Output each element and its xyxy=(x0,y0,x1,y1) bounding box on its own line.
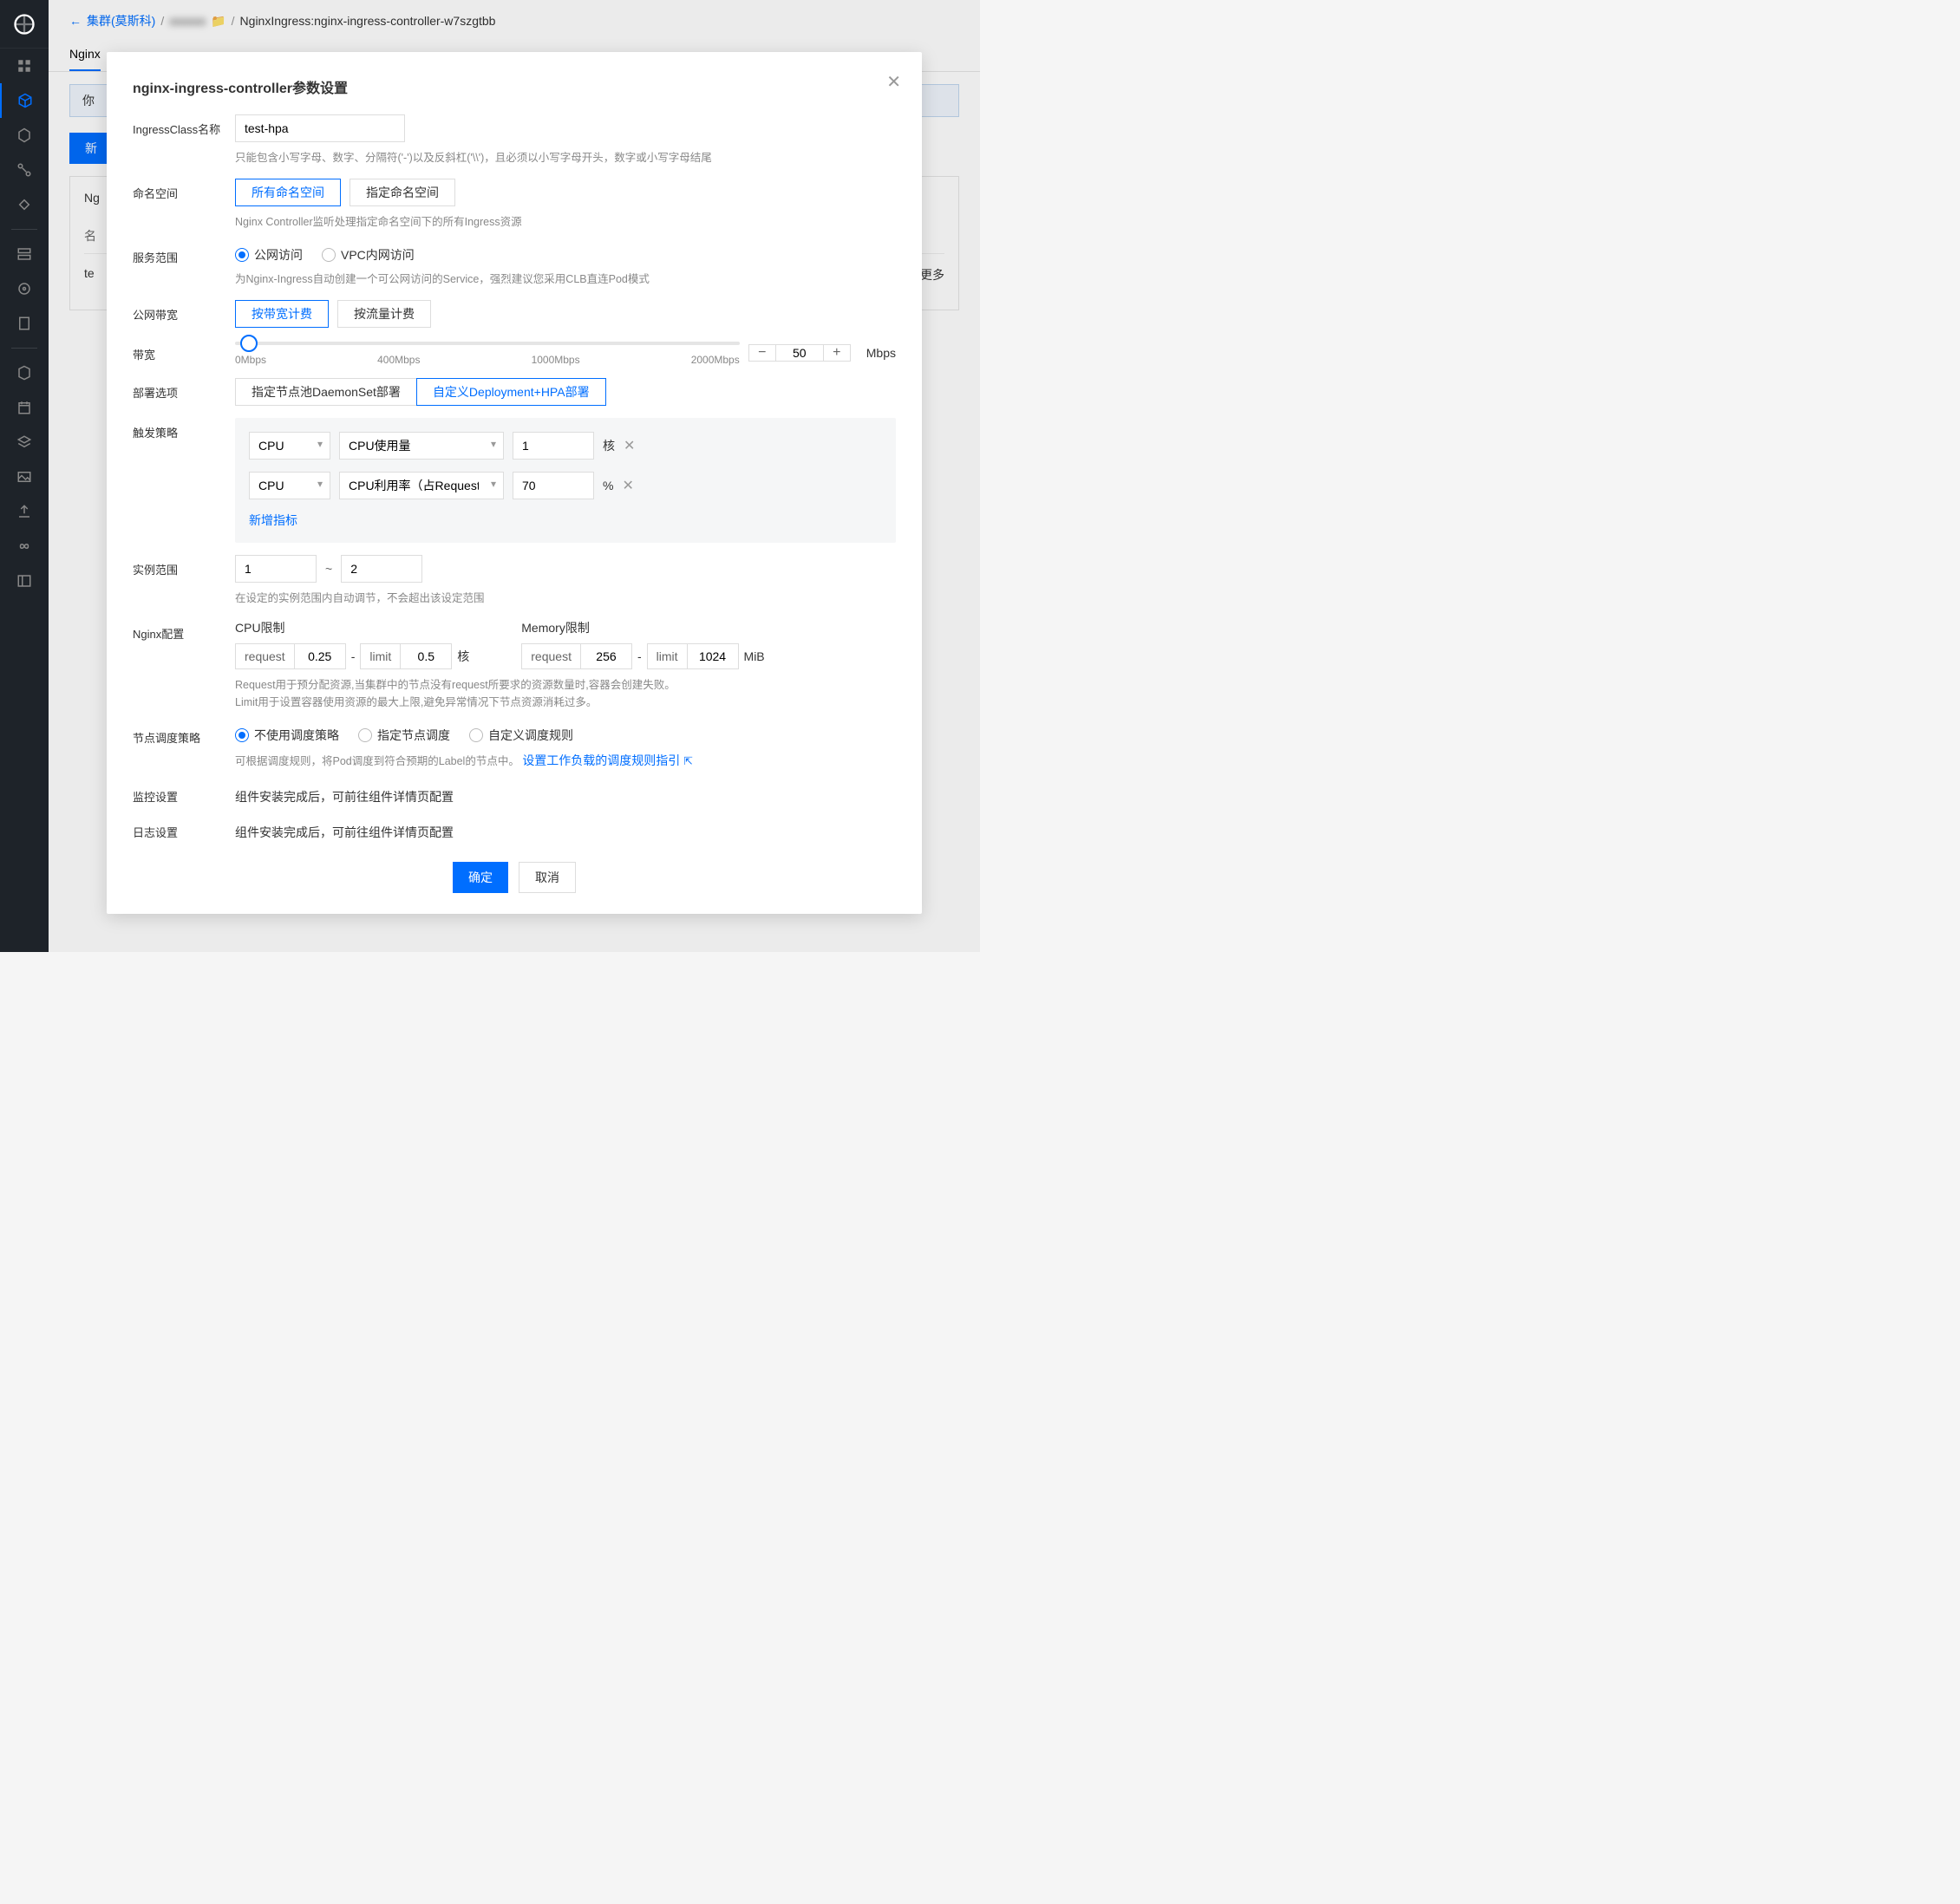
add-metric-link[interactable]: 新增指标 xyxy=(249,513,297,527)
bw-opt-bandwidth[interactable]: 按带宽计费 xyxy=(235,300,329,328)
hint-namespace: Nginx Controller监听处理指定命名空间下的所有Ingress资源 xyxy=(235,213,896,231)
cpu-title: CPU限制 xyxy=(235,619,469,636)
nav-upload-icon[interactable] xyxy=(0,494,49,529)
monitor-text: 组件安装完成后，可前往组件详情页配置 xyxy=(235,790,454,804)
bw-value-input[interactable] xyxy=(775,345,824,361)
input-ingressclass[interactable] xyxy=(235,114,405,142)
deploy-ds[interactable]: 指定节点池DaemonSet部署 xyxy=(235,378,416,406)
left-sidebar xyxy=(0,0,49,952)
label-nginx: Nginx配置 xyxy=(133,619,235,642)
modal-title: nginx-ingress-controller参数设置 xyxy=(133,76,896,97)
logo-icon[interactable] xyxy=(0,0,49,49)
hint-ingressclass: 只能包含小写字母、数字、分隔符('-')以及反斜杠('\\')，且必须以小写字母… xyxy=(235,149,896,166)
label-namespace: 命名空间 xyxy=(133,179,235,201)
label-monitor: 监控设置 xyxy=(133,782,235,805)
cpu-request-input[interactable] xyxy=(295,644,345,668)
bw-stepper: − + xyxy=(748,344,851,362)
nav-nodes-icon[interactable] xyxy=(0,153,49,187)
external-link-icon: ⇱ xyxy=(683,753,692,770)
ns-opt-all[interactable]: 所有命名空间 xyxy=(235,179,341,206)
main-area: ← 集群(莫斯科) / xxxxxx 📁 / NginxIngress:ngin… xyxy=(49,0,980,952)
nav-servers-icon[interactable] xyxy=(0,237,49,271)
mem-limit-input[interactable] xyxy=(688,644,738,668)
label-range: 实例范围 xyxy=(133,555,235,577)
label-deploy: 部署选项 xyxy=(133,378,235,401)
deploy-hpa[interactable]: 自定义Deployment+HPA部署 xyxy=(416,378,606,406)
modal-overlay: nginx-ingress-controller参数设置 ✕ IngressCl… xyxy=(49,0,980,952)
nav-box-icon[interactable] xyxy=(0,355,49,390)
sched-node[interactable]: 指定节点调度 xyxy=(358,727,450,744)
label-log: 日志设置 xyxy=(133,818,235,840)
range-min-input[interactable] xyxy=(235,555,317,583)
hint-sched: 可根据调度规则，将Pod调度到符合预期的Label的节点中。 设置工作负载的调度… xyxy=(235,751,896,770)
range-max-input[interactable] xyxy=(341,555,422,583)
trigger-unit: 核 xyxy=(603,437,615,454)
trigger-metric-select[interactable]: CPU xyxy=(249,472,330,499)
nav-disc-icon[interactable] xyxy=(0,271,49,306)
scope-vpc[interactable]: VPC内网访问 xyxy=(322,246,415,264)
remove-icon[interactable]: ✕ xyxy=(624,437,635,454)
label-sched: 节点调度策略 xyxy=(133,723,235,746)
modal: nginx-ingress-controller参数设置 ✕ IngressCl… xyxy=(107,52,922,914)
hint-nginx1: Request用于预分配资源,当集群中的节点没有request所要求的资源数量时… xyxy=(235,676,896,694)
mem-request-input[interactable] xyxy=(581,644,631,668)
radio-icon xyxy=(322,248,336,262)
ns-opt-specific[interactable]: 指定命名空间 xyxy=(350,179,455,206)
label-ingressclass: IngressClass名称 xyxy=(133,114,235,137)
radio-icon xyxy=(469,728,483,742)
radio-icon xyxy=(235,248,249,262)
radio-icon xyxy=(235,728,249,742)
trigger-unit: % xyxy=(603,479,613,492)
nav-diamond-icon[interactable] xyxy=(0,187,49,222)
trigger-metric-select[interactable]: CPU xyxy=(249,432,330,460)
nav-cube-icon[interactable] xyxy=(0,83,49,118)
label-bwtype: 公网带宽 xyxy=(133,300,235,323)
trigger-row: CPU CPU使用量 核 ✕ xyxy=(249,432,882,460)
trigger-value-input[interactable] xyxy=(513,432,594,460)
nav-infinity-icon[interactable] xyxy=(0,529,49,564)
cpu-limit-input[interactable] xyxy=(401,644,451,668)
nav-page-icon[interactable] xyxy=(0,306,49,341)
nav-grid-icon[interactable] xyxy=(0,49,49,83)
cpu-unit: 核 xyxy=(457,648,469,665)
scope-public[interactable]: 公网访问 xyxy=(235,246,303,264)
label-trigger: 触发策略 xyxy=(133,418,235,440)
nav-calendar-icon[interactable] xyxy=(0,390,49,425)
trigger-type-select[interactable]: CPU利用率（占Request） xyxy=(339,472,504,499)
label-bw: 带宽 xyxy=(133,340,235,362)
cancel-button[interactable]: 取消 xyxy=(519,862,576,893)
slider-thumb-icon[interactable] xyxy=(240,335,258,352)
trigger-value-input[interactable] xyxy=(513,472,594,499)
ok-button[interactable]: 确定 xyxy=(453,862,508,893)
trigger-box: CPU CPU使用量 核 ✕ CPU CPU利用率（占Request） % xyxy=(235,418,896,543)
log-text: 组件安装完成后，可前往组件详情页配置 xyxy=(235,825,454,839)
bw-slider[interactable] xyxy=(235,342,740,345)
nav-layers-icon[interactable] xyxy=(0,425,49,460)
radio-icon xyxy=(358,728,372,742)
trigger-type-select[interactable]: CPU使用量 xyxy=(339,432,504,460)
minus-button[interactable]: − xyxy=(749,345,775,361)
hint-range: 在设定的实例范围内自动调节，不会超出该设定范围 xyxy=(235,590,896,607)
sched-custom[interactable]: 自定义调度规则 xyxy=(469,727,573,744)
bw-opt-traffic[interactable]: 按流量计费 xyxy=(337,300,431,328)
nav-image-icon[interactable] xyxy=(0,460,49,494)
hint-nginx2: Limit用于设置容器使用资源的最大上限,避免异常情况下节点资源消耗过多。 xyxy=(235,694,896,711)
label-scope: 服务范围 xyxy=(133,243,235,265)
nav-panel-icon[interactable] xyxy=(0,564,49,598)
mem-title: Memory限制 xyxy=(521,619,764,636)
bw-unit: Mbps xyxy=(866,346,896,360)
nav-hex-icon[interactable] xyxy=(0,118,49,153)
hint-scope: 为Nginx-Ingress自动创建一个可公网访问的Service，强烈建议您采… xyxy=(235,271,896,288)
sched-none[interactable]: 不使用调度策略 xyxy=(235,727,339,744)
remove-icon[interactable]: ✕ xyxy=(622,477,633,494)
sched-doc-link[interactable]: 设置工作负载的调度规则指引 xyxy=(522,753,680,767)
trigger-row: CPU CPU利用率（占Request） % ✕ xyxy=(249,472,882,499)
close-icon[interactable]: ✕ xyxy=(886,71,901,93)
mem-unit: MiB xyxy=(744,649,765,663)
plus-button[interactable]: + xyxy=(824,345,850,361)
